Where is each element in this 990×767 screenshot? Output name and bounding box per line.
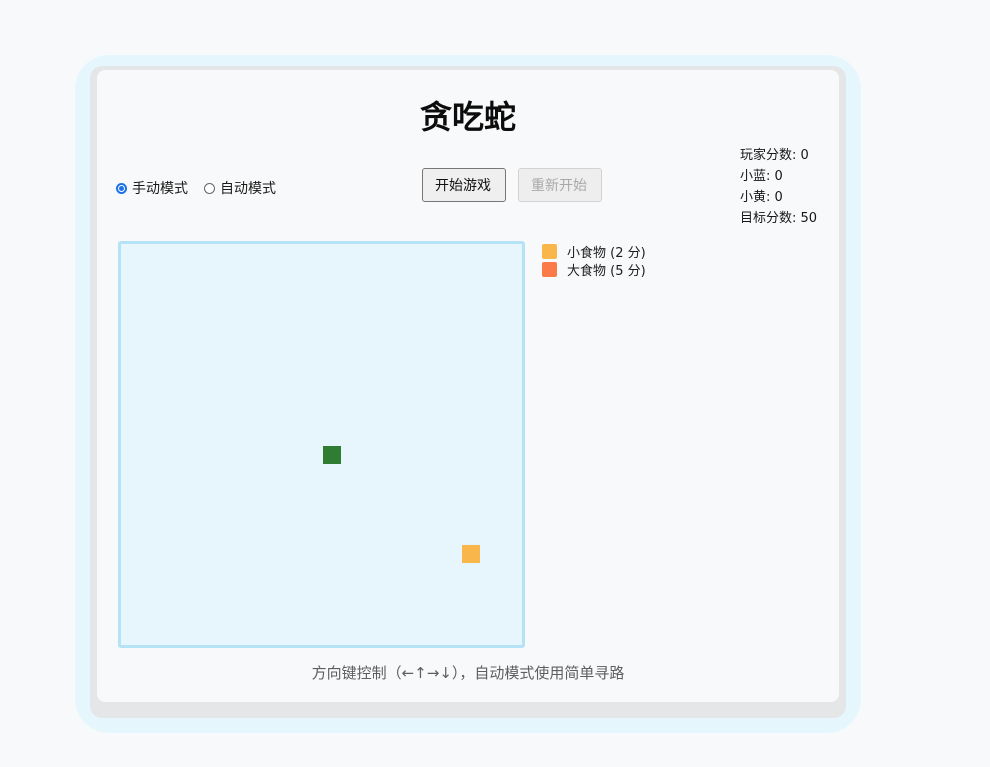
mode-auto-label: 自动模式 (220, 181, 276, 197)
yellow-score: 小黄: 0 (740, 190, 783, 205)
legend-large-label: 大食物 (5 分) (567, 263, 646, 279)
small-food (462, 545, 480, 563)
game-board[interactable] (118, 241, 525, 648)
controls-hint: 方向键控制（←↑→↓），自动模式使用简单寻路 (311, 664, 625, 682)
mode-selector: 手动模式 自动模式 (116, 178, 292, 198)
mode-manual-label: 手动模式 (132, 181, 188, 197)
small-food-swatch (542, 243, 557, 259)
score-panel: 玩家分数: 0 小蓝: 0 小黄: 0 目标分数: 50 (740, 146, 817, 230)
legend-large-food: 大食物 (5 分) (542, 260, 646, 279)
start-button[interactable]: 开始游戏 (422, 168, 506, 202)
auto-radio[interactable] (204, 182, 215, 194)
mode-manual[interactable]: 手动模式 (116, 178, 188, 198)
restart-button[interactable]: 重新开始 (518, 168, 602, 202)
snake-head (323, 446, 341, 464)
mode-auto[interactable]: 自动模式 (204, 178, 276, 198)
food-legend: 小食物 (2 分) 大食物 (5 分) (542, 242, 646, 279)
target-score: 目标分数: 50 (740, 211, 818, 226)
page-title: 贪吃蛇 (419, 98, 516, 136)
player-score: 玩家分数: 0 (740, 148, 809, 163)
manual-radio[interactable] (116, 182, 127, 194)
blue-score: 小蓝: 0 (740, 169, 783, 184)
large-food-swatch (542, 261, 557, 277)
game-card: 贪吃蛇 手动模式 自动模式 开始游戏 重新开始 玩家分数: 0 小蓝: 0 小黄… (97, 70, 839, 702)
legend-small-label: 小食物 (2 分) (567, 245, 646, 261)
legend-small-food: 小食物 (2 分) (542, 242, 646, 261)
